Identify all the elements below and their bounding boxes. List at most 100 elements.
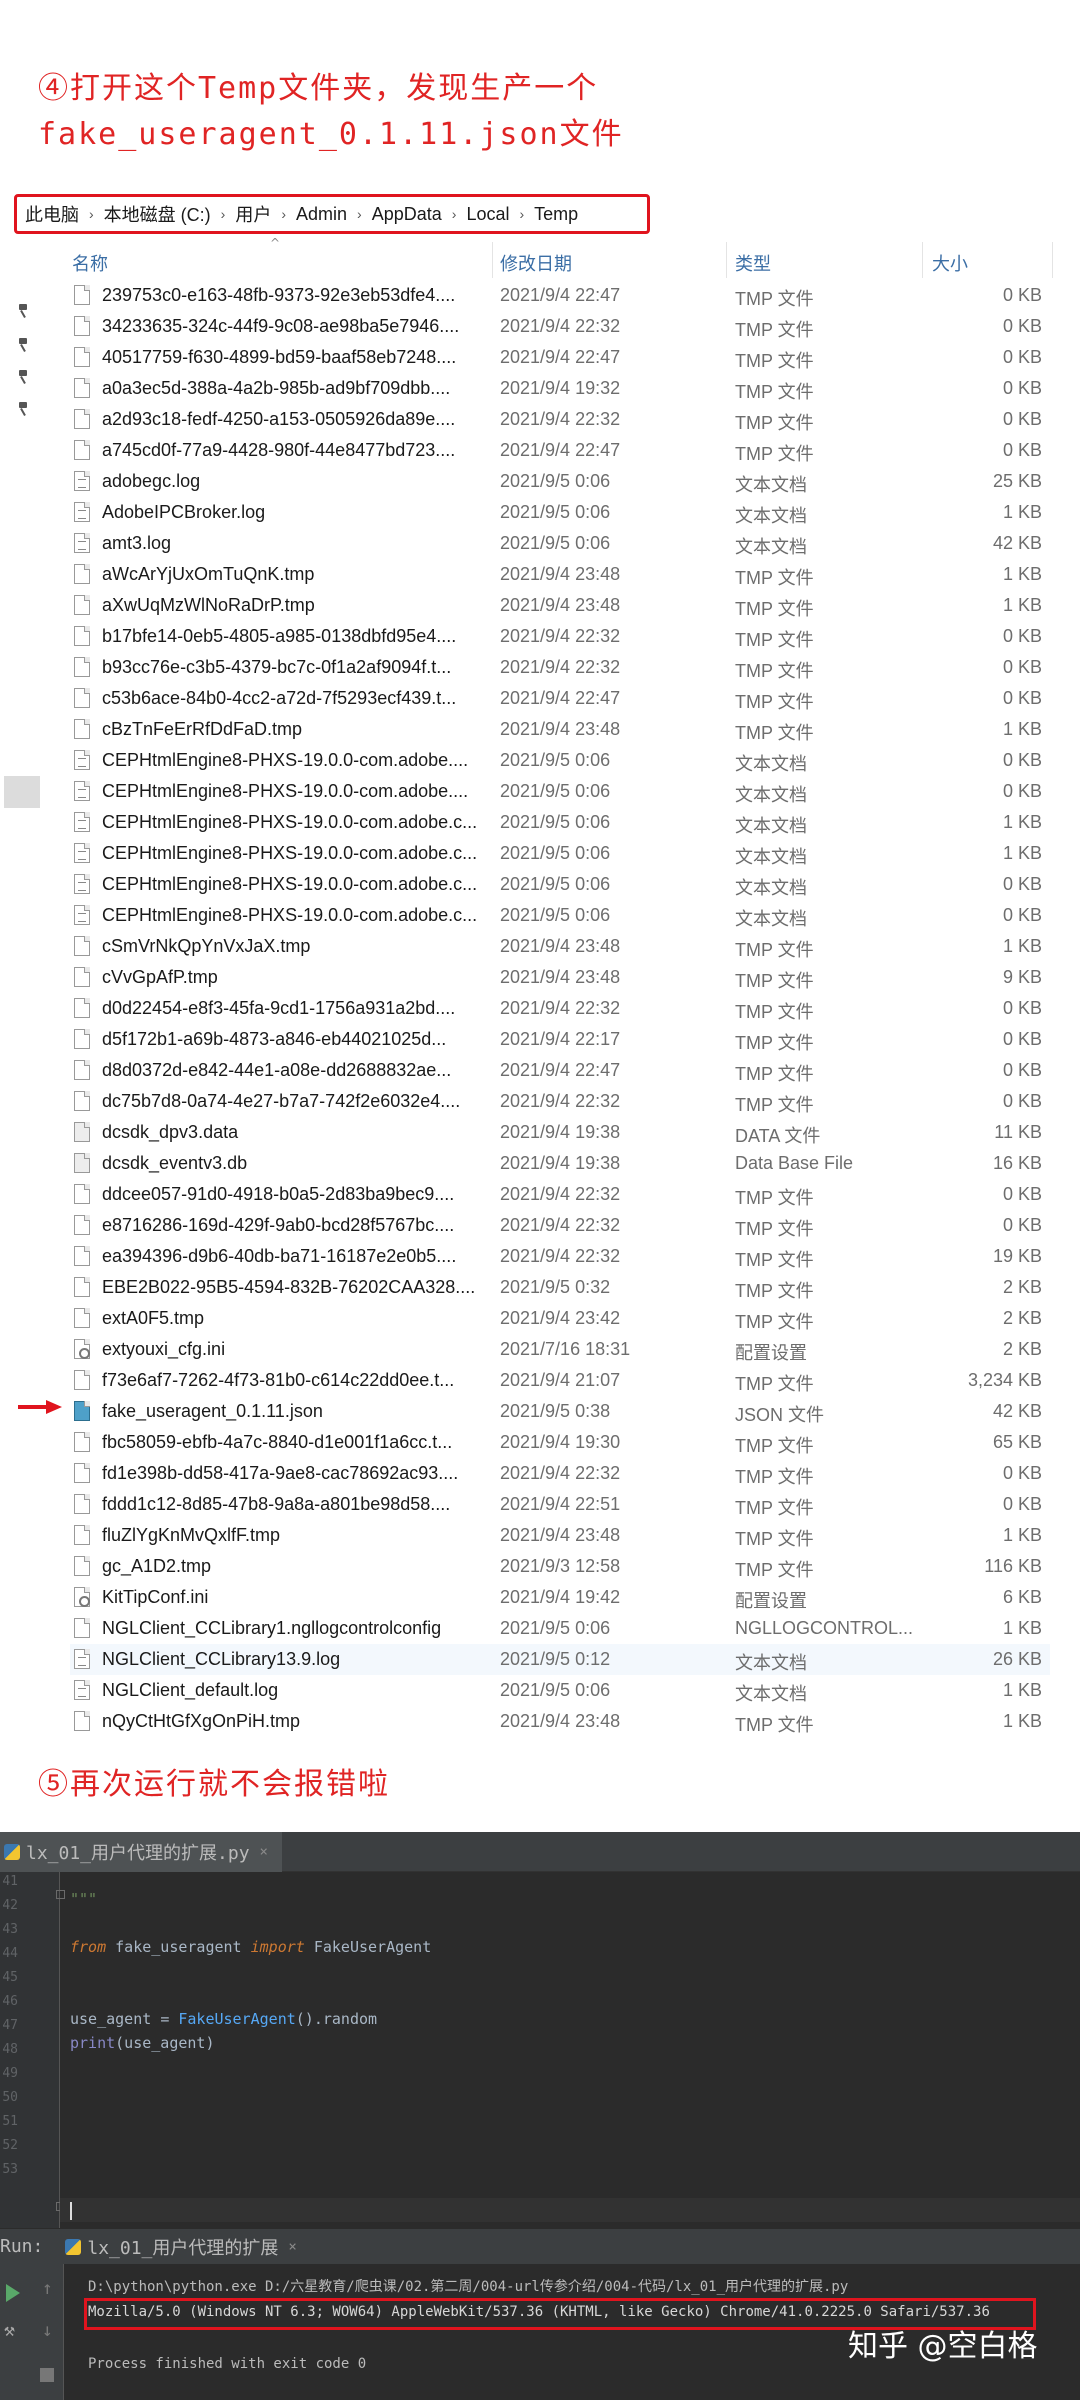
file-type: TMP 文件 — [735, 661, 814, 681]
file-row[interactable]: ea394396-d9b6-40db-ba71-16187e2e0b5.... 2… — [70, 1241, 1050, 1272]
attribute-access: ().random — [295, 2010, 378, 2028]
breadcrumb-separator-icon[interactable]: › — [519, 206, 524, 222]
breadcrumb-separator-icon[interactable]: › — [452, 206, 457, 222]
file-type: TMP 文件 — [735, 1467, 814, 1487]
file-row[interactable]: 34233635-324c-44f9-9c08-ae98ba5e7946....… — [70, 311, 1050, 342]
file-name: AdobeIPCBroker.log — [102, 502, 266, 522]
file-file-icon — [74, 936, 90, 956]
column-type[interactable]: 类型 — [735, 250, 771, 276]
file-row[interactable]: dcsdk_dpv3.data 2021/9/4 19:38 DATA 文件 11 K… — [70, 1117, 1050, 1148]
file-row[interactable]: dc75b7d8-0a74-4e27-b7a7-742f2e6032e4....… — [70, 1086, 1050, 1117]
run-tool-bar: Run: lx_01_用户代理的扩展 × — [0, 2228, 1080, 2264]
file-row[interactable]: e8716286-169d-429f-9ab0-bcd28f5767bc....… — [70, 1210, 1050, 1241]
nav-pane-selection[interactable] — [4, 776, 40, 808]
breadcrumb-item[interactable]: Local — [466, 204, 509, 225]
breadcrumb[interactable]: 此电脑 › 本地磁盘 (C:) › 用户 › Admin › AppData › Local › Tem… — [14, 194, 650, 234]
file-row[interactable]: cBzTnFeErRfDdFaD.tmp 2021/9/4 23:48 TMP 文件… — [70, 714, 1050, 745]
column-divider[interactable] — [1052, 242, 1053, 278]
wrench-icon[interactable]: ⚒ — [4, 2320, 24, 2341]
file-row[interactable]: CEPHtmlEngine8-PHXS-19.0.0-com.adobe.c..… — [70, 807, 1050, 838]
stop-icon[interactable] — [40, 2368, 54, 2382]
file-row[interactable]: CEPHtmlEngine8-PHXS-19.0.0-com.adobe.c..… — [70, 838, 1050, 869]
file-size: 0 KB — [1002, 998, 1042, 1018]
file-date: 2021/9/4 22:32 — [500, 998, 621, 1018]
file-row[interactable]: aXwUqMzWlNoRaDrP.tmp 2021/9/4 23:48 TMP 文件… — [70, 590, 1050, 621]
breadcrumb-item[interactable]: 本地磁盘 (C:) — [104, 201, 211, 227]
column-divider[interactable] — [492, 242, 493, 278]
run-tab[interactable]: lx_01_用户代理的扩展 × — [65, 2234, 297, 2260]
rerun-icon[interactable] — [6, 2284, 20, 2302]
file-row[interactable]: adobegc.log 2021/9/5 0:06 文本文档 25 KB — [70, 466, 1050, 497]
file-row[interactable]: fddd1c12-8d85-47b8-9a8a-a801be98d58.... 2… — [70, 1489, 1050, 1520]
scroll-down-icon[interactable]: ↓ — [42, 2320, 62, 2341]
file-row[interactable]: EBE2B022-95B5-4594-832B-76202CAA328.... 2… — [70, 1272, 1050, 1303]
file-row[interactable]: c53b6ace-84b0-4cc2-a72d-7f5293ecf439.t..… — [70, 683, 1050, 714]
breadcrumb-separator-icon[interactable]: › — [357, 206, 362, 222]
file-row[interactable]: ddcee057-91d0-4918-b0a5-2d83ba9bec9.... 2… — [70, 1179, 1050, 1210]
file-row[interactable]: 40517759-f630-4899-bd59-baaf58eb7248....… — [70, 342, 1050, 373]
file-type: TMP 文件 — [735, 971, 814, 991]
keyword-import: import — [250, 1938, 305, 1956]
log-file-icon — [74, 781, 90, 801]
file-name: gc_A1D2.tmp — [102, 1556, 212, 1576]
file-row[interactable]: gc_A1D2.tmp 2021/9/3 12:58 TMP 文件 116 KB — [70, 1551, 1050, 1582]
column-divider[interactable] — [922, 242, 923, 278]
file-row[interactable]: cSmVrNkQpYnVxJaX.tmp 2021/9/4 23:48 TMP 文件… — [70, 931, 1050, 962]
breadcrumb-item[interactable]: AppData — [372, 204, 442, 225]
file-row[interactable]: extA0F5.tmp 2021/9/4 23:42 TMP 文件 2 KB — [70, 1303, 1050, 1334]
file-name: fluZlYgKnMvQxlfF.tmp — [102, 1525, 281, 1545]
breadcrumb-separator-icon[interactable]: › — [281, 206, 286, 222]
file-row[interactable]: d8d0372d-e842-44e1-a08e-dd2688832ae... 20… — [70, 1055, 1050, 1086]
file-row[interactable]: 239753c0-e163-48fb-9373-92e3eb53dfe4....… — [70, 280, 1050, 311]
file-row[interactable]: CEPHtmlEngine8-PHXS-19.0.0-com.adobe.c..… — [70, 869, 1050, 900]
file-row[interactable]: fd1e398b-dd58-417a-9ae8-cac78692ac93....… — [70, 1458, 1050, 1489]
column-date-modified[interactable]: 修改日期 — [500, 250, 572, 276]
file-row[interactable]: d0d22454-e8f3-45fa-9cd1-1756a931a2bd....… — [70, 993, 1050, 1024]
file-file-icon — [74, 626, 90, 646]
file-size: 116 KB — [984, 1556, 1042, 1576]
file-row[interactable]: NGLClient_default.log 2021/9/5 0:06 文本文档 1 … — [70, 1675, 1050, 1706]
breadcrumb-item[interactable]: Admin — [296, 204, 347, 225]
file-row[interactable]: NGLClient_CCLibrary1.ngllogcontrolconfig… — [70, 1613, 1050, 1644]
file-row[interactable]: f73e6af7-7262-4f73-81b0-c614c22dd0ee.t..… — [70, 1365, 1050, 1396]
run-tab-label: lx_01_用户代理的扩展 — [87, 2237, 279, 2259]
breadcrumb-item[interactable]: Temp — [534, 204, 578, 225]
breadcrumb-item[interactable]: 此电脑 — [25, 201, 79, 227]
file-row[interactable]: nQyCtHtGfXgOnPiH.tmp 2021/9/4 23:48 TMP 文件… — [70, 1706, 1050, 1737]
file-row[interactable]: dcsdk_eventv3.db 2021/9/4 19:38 Data Base … — [70, 1148, 1050, 1179]
breadcrumb-separator-icon[interactable]: › — [89, 206, 94, 222]
file-row[interactable]: a0a3ec5d-388a-4a2b-985b-ad9bf709dbb.... 2… — [70, 373, 1050, 404]
file-row[interactable]: fake_useragent_0.1.11.json 2021/9/5 0:38 J… — [70, 1396, 1050, 1427]
file-row[interactable]: AdobeIPCBroker.log 2021/9/5 0:06 文本文档 1 KB — [70, 497, 1050, 528]
close-run-tab-icon[interactable]: × — [288, 2239, 296, 2255]
file-row[interactable]: CEPHtmlEngine8-PHXS-19.0.0-com.adobe....… — [70, 745, 1050, 776]
file-row[interactable]: b17bfe14-0eb5-4805-a985-0138dbfd95e4....… — [70, 621, 1050, 652]
column-size[interactable]: 大小 — [932, 250, 968, 276]
file-row[interactable]: CEPHtmlEngine8-PHXS-19.0.0-com.adobe.c..… — [70, 900, 1050, 931]
file-row[interactable]: b93cc76e-c3b5-4379-bc7c-0f1a2af9094f.t..… — [70, 652, 1050, 683]
file-row[interactable]: cVvGpAfP.tmp 2021/9/4 23:48 TMP 文件 9 KB — [70, 962, 1050, 993]
close-tab-icon[interactable]: × — [260, 1844, 268, 1860]
breadcrumb-item[interactable]: 用户 — [235, 201, 271, 227]
file-row[interactable]: NGLClient_CCLibrary13.9.log 2021/9/5 0:12… — [70, 1644, 1050, 1675]
file-file-icon — [74, 688, 90, 708]
file-row[interactable]: KitTipConf.ini 2021/9/4 19:42 配置设置 6 KB — [70, 1582, 1050, 1613]
file-row[interactable]: d5f172b1-a69b-4873-a846-eb44021025d... 20… — [70, 1024, 1050, 1055]
file-row[interactable]: aWcArYjUxOmTuQnK.tmp 2021/9/4 23:48 TMP 文件… — [70, 559, 1050, 590]
file-row[interactable]: CEPHtmlEngine8-PHXS-19.0.0-com.adobe....… — [70, 776, 1050, 807]
code-editor[interactable]: """ from fake_useragent import FakeUserA… — [0, 1872, 1080, 2256]
file-row[interactable]: a2d93c18-fedf-4250-a153-0505926da89e....… — [70, 404, 1050, 435]
file-row[interactable]: a745cd0f-77a9-4428-980f-44e8477bd723....… — [70, 435, 1050, 466]
scroll-up-icon[interactable]: ↑ — [42, 2278, 62, 2299]
file-row[interactable]: extyouxi_cfg.ini 2021/7/16 18:31 配置设置 2 KB — [70, 1334, 1050, 1365]
column-divider[interactable] — [726, 242, 727, 278]
file-type: TMP 文件 — [735, 413, 814, 433]
file-row[interactable]: fbc58059-ebfb-4a7c-8840-d1e001f1a6cc.t..… — [70, 1427, 1050, 1458]
file-row[interactable]: amt3.log 2021/9/5 0:06 文本文档 42 KB — [70, 528, 1050, 559]
file-name: adobegc.log — [102, 471, 201, 491]
editor-tab[interactable]: lx_01_用户代理的扩展.py × — [0, 1832, 282, 1872]
breadcrumb-separator-icon[interactable]: › — [221, 206, 226, 222]
file-name: CEPHtmlEngine8-PHXS-19.0.0-com.adobe.c..… — [102, 905, 478, 925]
column-name[interactable]: 名称 — [72, 250, 108, 276]
file-row[interactable]: fluZlYgKnMvQxlfF.tmp 2021/9/4 23:48 TMP 文件… — [70, 1520, 1050, 1551]
